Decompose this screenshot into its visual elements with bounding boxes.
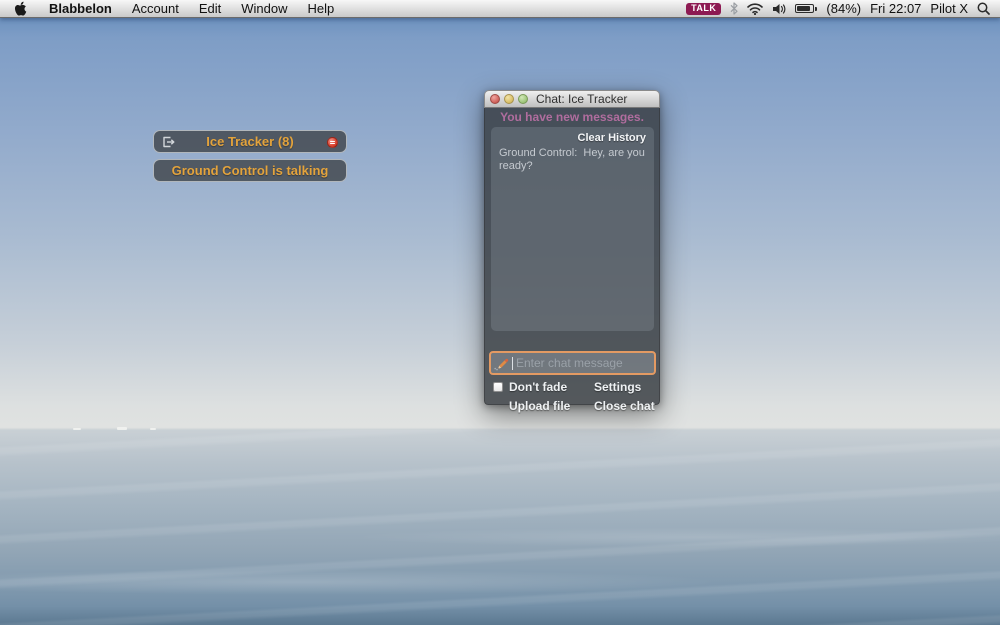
menubar-status: TALK <box>686 0 1000 17</box>
minimize-window-button[interactable] <box>504 94 514 104</box>
zoom-window-button[interactable] <box>518 94 528 104</box>
upload-file-button[interactable]: Upload file <box>509 399 570 413</box>
close-window-button[interactable] <box>490 94 500 104</box>
ice-tracker-room-pill[interactable]: Ice Tracker (8) <box>153 130 347 153</box>
bluetooth-icon[interactable] <box>730 2 738 15</box>
wallpaper-waves <box>0 430 1000 625</box>
speaker-status-label: Ground Control is talking <box>172 163 329 178</box>
chat-window-titlebar[interactable]: Chat: Ice Tracker <box>484 90 660 108</box>
battery-percent: (84%) <box>826 1 861 16</box>
apple-menu[interactable] <box>0 0 39 17</box>
menubar-clock[interactable]: Fri 22:07 <box>870 1 921 16</box>
distant-ship <box>150 428 156 430</box>
text-caret <box>512 357 513 370</box>
chat-window-body: You have new messages. Clear History Gro… <box>484 108 660 405</box>
window-title: Chat: Ice Tracker <box>536 92 627 106</box>
dont-fade-label[interactable]: Don't fade <box>509 380 567 394</box>
battery-icon[interactable] <box>795 4 817 13</box>
desktop: Blabbelon Account Edit Window Help TALK <box>0 0 1000 625</box>
chat-message-input[interactable] <box>516 356 651 370</box>
menubar-left: Blabbelon Account Edit Window Help <box>0 0 344 17</box>
chat-window: Chat: Ice Tracker You have new messages.… <box>484 90 660 405</box>
menu-window[interactable]: Window <box>231 0 297 17</box>
new-messages-banner: You have new messages. <box>485 110 659 124</box>
distant-ship <box>73 428 81 430</box>
menu-help[interactable]: Help <box>297 0 344 17</box>
chat-input-row <box>489 351 656 375</box>
chat-message: Ground Control: Hey, are you ready? <box>499 147 646 172</box>
distant-ship <box>117 427 127 430</box>
menubar: Blabbelon Account Edit Window Help TALK <box>0 0 1000 18</box>
search-icon[interactable] <box>977 2 990 15</box>
mute-status-icon[interactable] <box>327 137 338 148</box>
menu-edit[interactable]: Edit <box>189 0 231 17</box>
settings-button[interactable]: Settings <box>594 380 641 394</box>
chat-history-panel[interactable]: Clear History Ground Control: Hey, are y… <box>491 127 654 331</box>
volume-icon[interactable] <box>772 3 786 15</box>
apple-logo-icon <box>14 1 27 16</box>
menubar-user[interactable]: Pilot X <box>930 1 968 16</box>
dont-fade-checkbox[interactable] <box>493 382 503 392</box>
menu-account[interactable]: Account <box>122 0 189 17</box>
close-chat-button[interactable]: Close chat <box>594 399 655 413</box>
clear-history-button[interactable]: Clear History <box>499 132 646 144</box>
menu-app-title[interactable]: Blabbelon <box>39 0 122 17</box>
speaker-status-pill[interactable]: Ground Control is talking <box>153 159 347 182</box>
exit-room-icon[interactable] <box>161 135 176 149</box>
wifi-icon[interactable] <box>747 3 763 15</box>
ice-tracker-pill-label: Ice Tracker (8) <box>206 134 293 149</box>
talk-status-badge[interactable]: TALK <box>686 3 721 15</box>
pencil-icon <box>494 356 510 371</box>
